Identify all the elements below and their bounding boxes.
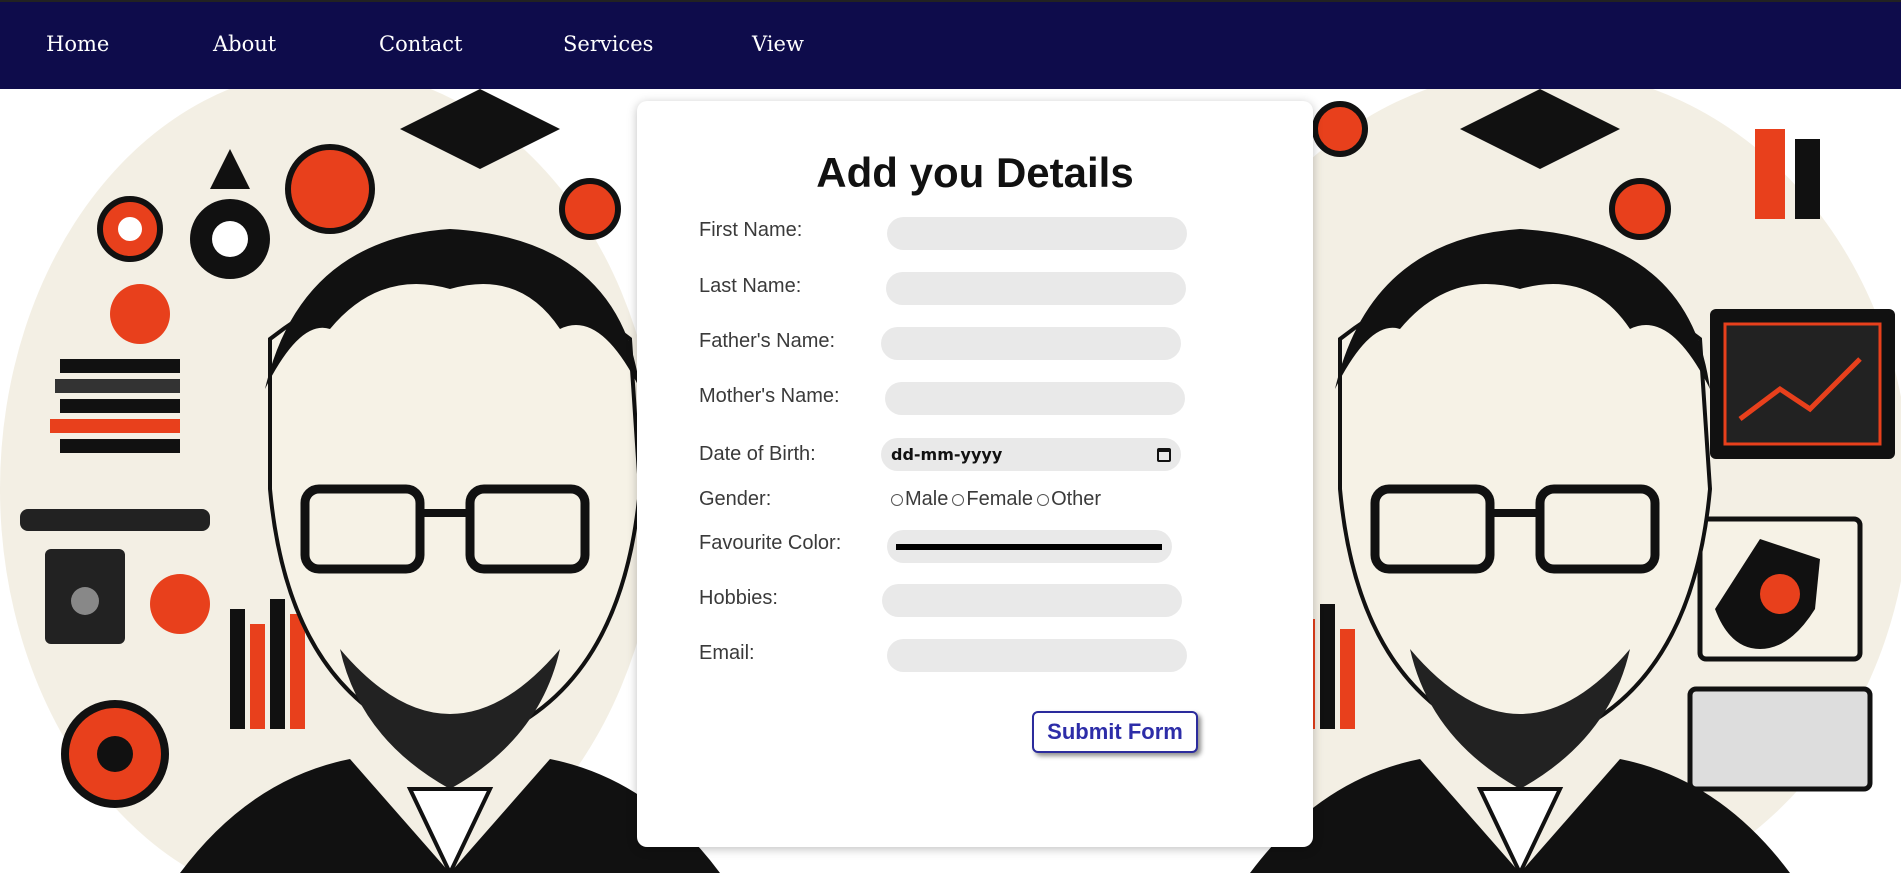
gender-option-male[interactable]: Male [891, 488, 948, 511]
nav-contact-link[interactable]: Contact [379, 32, 462, 56]
email-label: Email: [699, 642, 755, 664]
dob-label: Date of Birth: [699, 443, 816, 465]
gender-radio-group: Male Female Other [891, 488, 1105, 511]
gender-option-label: Female [966, 488, 1034, 510]
first-name-label: First Name: [699, 219, 803, 241]
nav-services-link[interactable]: Services [563, 32, 653, 56]
details-form-card: Add you Details First Name: Last Name: F… [637, 101, 1313, 847]
submit-form-button[interactable]: Submit Form [1032, 711, 1198, 753]
calendar-icon[interactable] [1157, 447, 1171, 462]
hobbies-input[interactable] [882, 584, 1182, 617]
dob-date-input[interactable]: dd-mm-yyyy [881, 438, 1181, 471]
mother-name-label: Mother's Name: [699, 385, 840, 407]
favourite-color-label: Favourite Color: [699, 532, 842, 554]
nav-home-link[interactable]: Home [46, 32, 109, 56]
first-name-input[interactable] [887, 217, 1187, 250]
nav-about-link[interactable]: About [213, 32, 276, 56]
gender-option-label: Other [1051, 488, 1102, 510]
form-title: Add you Details [816, 149, 1134, 196]
dob-value: dd-mm-yyyy [891, 445, 1003, 464]
father-name-label: Father's Name: [699, 330, 836, 352]
radio-female[interactable] [952, 493, 965, 506]
gender-option-label: Male [905, 488, 949, 510]
mother-name-input[interactable] [885, 382, 1185, 415]
last-name-label: Last Name: [699, 275, 802, 297]
hobbies-label: Hobbies: [699, 587, 778, 609]
radio-other[interactable] [1037, 493, 1050, 506]
gender-label: Gender: [699, 488, 772, 510]
top-navbar: Home About Contact Services View [0, 0, 1901, 89]
father-name-input[interactable] [881, 327, 1181, 360]
favourite-color-picker[interactable] [887, 530, 1172, 563]
last-name-input[interactable] [886, 272, 1186, 305]
nav-view-link[interactable]: View [752, 32, 804, 56]
gender-option-other[interactable]: Other [1037, 488, 1101, 511]
email-input[interactable] [887, 639, 1187, 672]
radio-male[interactable] [891, 493, 903, 506]
color-swatch [896, 544, 1162, 550]
gender-option-female[interactable]: Female [952, 488, 1033, 511]
